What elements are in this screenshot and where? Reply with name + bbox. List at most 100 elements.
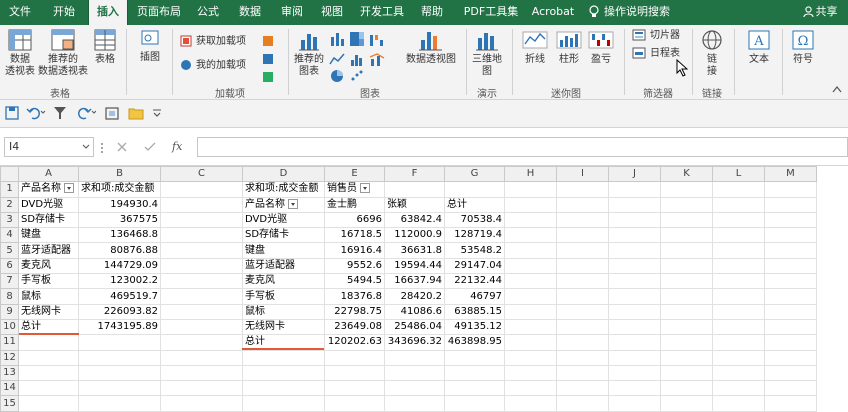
- cell-c7[interactable]: [160, 273, 243, 290]
- tab-acrobat[interactable]: Acrobat: [528, 0, 578, 25]
- cell-h11[interactable]: [504, 334, 557, 351]
- text-button[interactable]: A 文本: [742, 28, 776, 66]
- cell-g9[interactable]: 63885.15: [444, 303, 505, 320]
- cell-h4[interactable]: [504, 227, 557, 244]
- cell-j3[interactable]: [608, 211, 661, 229]
- cell-m12[interactable]: [764, 349, 817, 366]
- cell-l8[interactable]: [712, 288, 765, 305]
- tab-pdf-tools[interactable]: PDF工具集: [456, 0, 526, 25]
- cell-h5[interactable]: [504, 242, 557, 259]
- cell-e9[interactable]: 22798.75: [324, 303, 385, 320]
- cell-i2[interactable]: [556, 196, 609, 213]
- cell-e5[interactable]: 16916.4: [324, 242, 385, 259]
- cell-d1[interactable]: 求和项:成交金额: [242, 181, 325, 198]
- tab-file[interactable]: 文件: [2, 0, 38, 25]
- cell-l4[interactable]: [712, 227, 765, 244]
- row-header[interactable]: 3: [0, 211, 19, 229]
- link-button[interactable]: 链 接: [697, 28, 727, 78]
- cell-c4[interactable]: [160, 227, 243, 244]
- cell-c6[interactable]: [160, 257, 243, 275]
- cell-b6[interactable]: 144729.09: [78, 257, 161, 275]
- cell-i12[interactable]: [556, 349, 609, 366]
- cell-h15[interactable]: [504, 395, 557, 412]
- cell-g13[interactable]: [444, 364, 505, 382]
- cell-h10[interactable]: [504, 318, 557, 336]
- cell-e3[interactable]: 6696: [324, 211, 385, 229]
- cell-d7[interactable]: 麦克风: [242, 273, 325, 290]
- cell-b14[interactable]: [78, 380, 161, 397]
- cell-k10[interactable]: [660, 318, 713, 336]
- cell-c8[interactable]: [160, 288, 243, 305]
- cell-a13[interactable]: [18, 364, 79, 382]
- sparkline-winloss-button[interactable]: 盈亏: [586, 28, 616, 66]
- row-header[interactable]: 10: [0, 318, 19, 336]
- cell-e8[interactable]: 18376.8: [324, 288, 385, 305]
- cell-k9[interactable]: [660, 303, 713, 320]
- cell-e6[interactable]: 9552.6: [324, 257, 385, 275]
- undo-button[interactable]: [26, 105, 46, 123]
- table-button[interactable]: 表格: [90, 28, 120, 66]
- cell-k2[interactable]: [660, 196, 713, 213]
- cell-i6[interactable]: [556, 257, 609, 275]
- cell-c1[interactable]: [160, 181, 243, 198]
- get-addins-button[interactable]: 获取加载项: [180, 33, 246, 51]
- cell-g1[interactable]: [444, 181, 505, 198]
- cell-a6[interactable]: 麦克风: [18, 257, 79, 275]
- slicer-button[interactable]: 切片器: [632, 27, 680, 45]
- cell-e10[interactable]: 23649.08: [324, 318, 385, 336]
- cell-j14[interactable]: [608, 380, 661, 397]
- cell-a2[interactable]: DVD光驱: [18, 196, 79, 213]
- cell-k13[interactable]: [660, 364, 713, 382]
- cell-m10[interactable]: [764, 318, 817, 336]
- cell-l14[interactable]: [712, 380, 765, 397]
- cell-a5[interactable]: 蓝牙适配器: [18, 242, 79, 259]
- cell-h2[interactable]: [504, 196, 557, 213]
- cell-i3[interactable]: [556, 211, 609, 229]
- cell-a3[interactable]: SD存储卡: [18, 211, 79, 229]
- cancel-icon[interactable]: [117, 142, 127, 152]
- cell-f9[interactable]: 41086.6: [384, 303, 445, 320]
- cell-g3[interactable]: 70538.4: [444, 211, 505, 229]
- cell-g15[interactable]: [444, 395, 505, 412]
- column-header-g[interactable]: G: [444, 165, 505, 183]
- confirm-icon[interactable]: [144, 142, 156, 152]
- cell-d4[interactable]: SD存储卡: [242, 227, 325, 244]
- row-header[interactable]: 13: [0, 364, 19, 382]
- cell-j15[interactable]: [608, 395, 661, 412]
- column-header-c[interactable]: C: [160, 165, 243, 183]
- row-header[interactable]: 15: [0, 395, 19, 412]
- cell-i15[interactable]: [556, 395, 609, 412]
- cell-g10[interactable]: 49135.12: [444, 318, 505, 336]
- cell-l10[interactable]: [712, 318, 765, 336]
- cell-b9[interactable]: 226093.82: [78, 303, 161, 320]
- cell-e4[interactable]: 16718.5: [324, 227, 385, 244]
- cell-j5[interactable]: [608, 242, 661, 259]
- cell-g6[interactable]: 29147.04: [444, 257, 505, 275]
- sparkline-line-button[interactable]: 折线: [518, 28, 552, 66]
- cell-a15[interactable]: [18, 395, 79, 412]
- cell-k7[interactable]: [660, 273, 713, 290]
- filter-dropdown-button[interactable]: [288, 198, 298, 209]
- cell-f5[interactable]: 36631.8: [384, 242, 445, 259]
- cell-f3[interactable]: 63842.4: [384, 211, 445, 229]
- cell-m6[interactable]: [764, 257, 817, 275]
- column-header-h[interactable]: H: [504, 165, 557, 183]
- cell-e7[interactable]: 5494.5: [324, 273, 385, 290]
- cell-g12[interactable]: [444, 349, 505, 366]
- tab-home[interactable]: 开始: [44, 0, 84, 25]
- cell-c5[interactable]: [160, 242, 243, 259]
- cell-c9[interactable]: [160, 303, 243, 320]
- select-all-corner[interactable]: [0, 165, 19, 183]
- cell-b7[interactable]: 123002.2: [78, 273, 161, 290]
- cell-j13[interactable]: [608, 364, 661, 382]
- cell-d15[interactable]: [242, 395, 325, 412]
- cell-d12[interactable]: [242, 349, 325, 366]
- sparkline-column-button[interactable]: 柱形: [554, 28, 584, 66]
- cell-g11[interactable]: 463898.95: [444, 334, 505, 351]
- column-header-m[interactable]: M: [764, 165, 817, 183]
- column-header-d[interactable]: D: [242, 165, 325, 183]
- cell-b3[interactable]: 367575: [78, 211, 161, 229]
- column-header-e[interactable]: E: [324, 165, 385, 183]
- timeline-button[interactable]: 日程表: [632, 45, 680, 63]
- pivot-chart-button[interactable]: 数据透视图: [402, 28, 460, 66]
